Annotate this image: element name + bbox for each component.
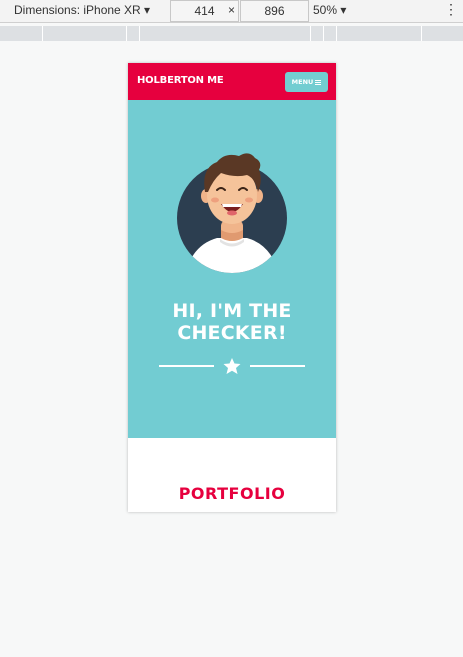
- zoom-dropdown[interactable]: 50% ▾: [313, 3, 346, 17]
- ruler-tick: [323, 26, 324, 41]
- hamburger-icon: [315, 79, 322, 85]
- portfolio-heading: PORTFOLIO: [178, 484, 286, 503]
- viewport-height-input[interactable]: 896: [240, 0, 309, 22]
- device-viewport: HOLBERTON ME MENU HI, I'M THE CHECKER! P…: [128, 63, 336, 512]
- star-icon: [223, 358, 241, 374]
- ruler-tick: [421, 26, 422, 41]
- ruler-tick: [310, 26, 311, 41]
- ruler-tick: [42, 26, 43, 41]
- site-header: HOLBERTON ME MENU: [128, 63, 336, 100]
- media-query-ruler[interactable]: [0, 26, 463, 41]
- devtools-device-toolbar: Dimensions: iPhone XR ▾ 414 × 896 50% ▾ …: [0, 0, 463, 23]
- avatar: [177, 153, 287, 273]
- hero-title: HI, I'M THE CHECKER!: [172, 300, 292, 344]
- hero-section: HI, I'M THE CHECKER!: [128, 100, 336, 438]
- times-separator: ×: [228, 3, 236, 17]
- kebab-icon[interactable]: ⋮: [444, 2, 458, 16]
- site-brand[interactable]: HOLBERTON ME: [137, 75, 224, 86]
- star-divider: [159, 358, 305, 374]
- ruler-tick: [336, 26, 337, 41]
- device-dimensions-dropdown[interactable]: Dimensions: iPhone XR ▾: [14, 3, 150, 17]
- ruler-tick: [139, 26, 140, 41]
- menu-button[interactable]: MENU: [285, 72, 328, 92]
- ruler-tick: [126, 26, 127, 41]
- menu-label: MENU: [291, 78, 314, 86]
